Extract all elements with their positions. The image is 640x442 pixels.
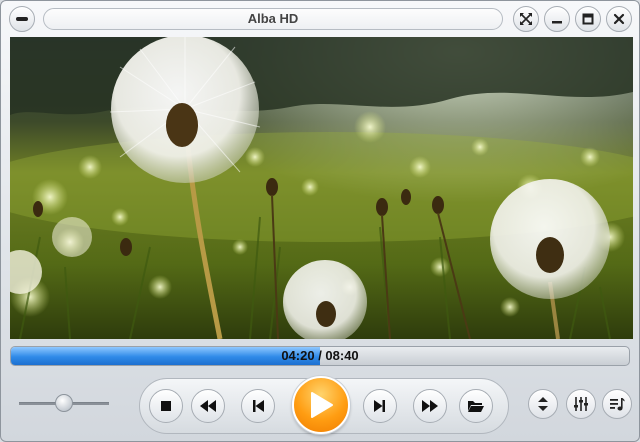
playlist-button[interactable] bbox=[602, 389, 632, 419]
up-down-button[interactable] bbox=[528, 389, 558, 419]
fast-forward-button[interactable] bbox=[413, 389, 447, 423]
open-file-button[interactable] bbox=[459, 389, 493, 423]
maximize-button[interactable] bbox=[575, 6, 601, 32]
playlist-icon bbox=[610, 398, 625, 411]
play-icon bbox=[311, 392, 333, 418]
fast-forward-icon bbox=[422, 400, 438, 412]
media-player-window: Alba HD 04:20 / 08:40 bbox=[0, 0, 640, 442]
previous-button[interactable] bbox=[241, 389, 275, 423]
close-icon bbox=[613, 13, 625, 25]
rewind-button[interactable] bbox=[191, 389, 225, 423]
play-button[interactable] bbox=[292, 376, 350, 434]
fullscreen-button[interactable] bbox=[513, 6, 539, 32]
window-title: Alba HD bbox=[43, 8, 503, 30]
stop-icon bbox=[161, 401, 171, 411]
rewind-icon bbox=[200, 400, 216, 412]
close-button[interactable] bbox=[606, 6, 632, 32]
equalizer-icon bbox=[574, 397, 588, 411]
seek-bar[interactable]: 04:20 / 08:40 bbox=[10, 346, 630, 366]
menu-dash-icon bbox=[16, 17, 28, 21]
open-folder-icon bbox=[468, 401, 484, 412]
volume-slider-handle[interactable] bbox=[55, 394, 73, 412]
menu-button[interactable] bbox=[9, 6, 35, 32]
time-display: 04:20 / 08:40 bbox=[281, 348, 359, 363]
skip-next-icon bbox=[374, 400, 385, 412]
stop-button[interactable] bbox=[149, 389, 183, 423]
maximize-icon bbox=[582, 13, 594, 25]
video-frame[interactable] bbox=[10, 37, 633, 339]
minimize-icon bbox=[552, 21, 562, 24]
skip-previous-icon bbox=[253, 400, 264, 412]
equalizer-button[interactable] bbox=[566, 389, 596, 419]
next-button[interactable] bbox=[363, 389, 397, 423]
up-down-icon bbox=[538, 397, 548, 411]
fullscreen-arrows-icon bbox=[520, 13, 532, 25]
minimize-button[interactable] bbox=[544, 6, 570, 32]
video-image bbox=[10, 37, 633, 339]
title-bar: Alba HD bbox=[1, 1, 639, 37]
